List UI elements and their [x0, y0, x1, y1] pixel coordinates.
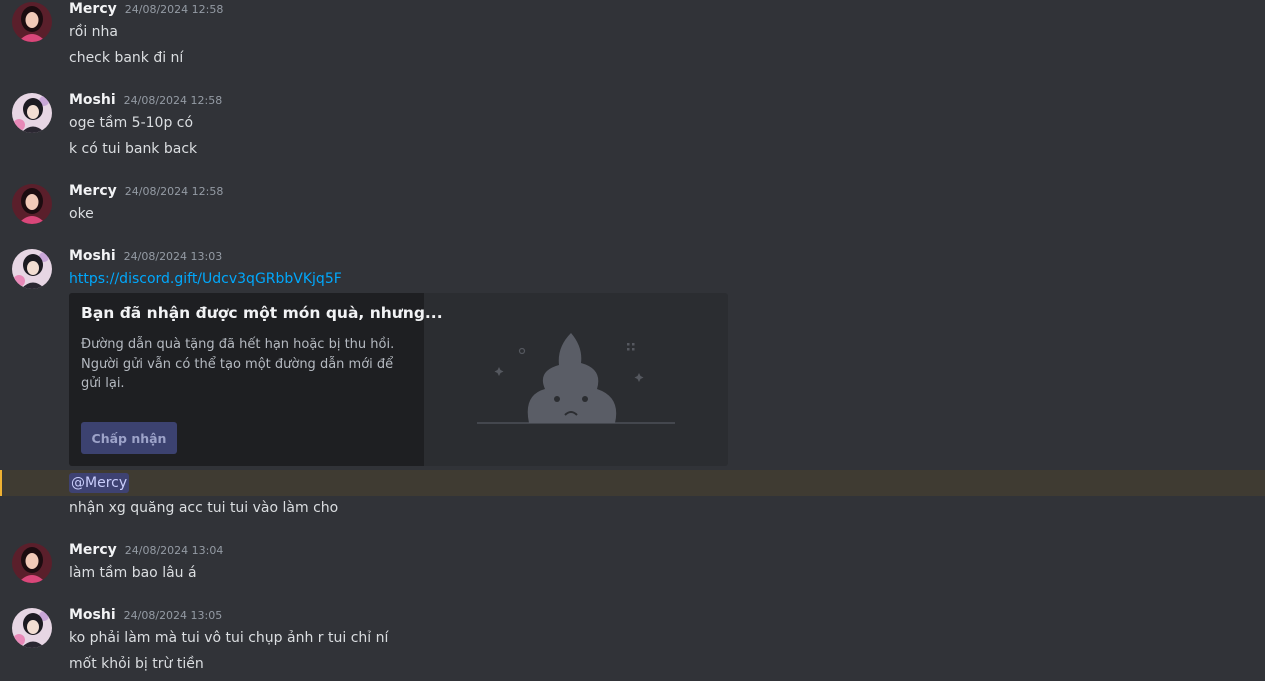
- timestamp: 24/08/2024 13:04: [124, 544, 224, 557]
- moshi-avatar[interactable]: [12, 249, 52, 289]
- username[interactable]: Mercy: [69, 1, 117, 17]
- embed-title: Bạn đã nhận được một món quà, nhưng...: [81, 304, 443, 322]
- timestamp: 24/08/2024 12:58: [123, 94, 223, 107]
- username[interactable]: Mercy: [69, 183, 117, 199]
- accept-button[interactable]: Chấp nhận: [81, 422, 177, 454]
- mention-indicator: [0, 470, 2, 496]
- mention-highlight-row: @Mercy: [0, 470, 1265, 496]
- mercy-avatar[interactable]: [12, 2, 52, 42]
- message-text: oke: [69, 206, 94, 222]
- gift-link[interactable]: https://discord.gift/Udcv3qGRbbVKjq5F: [69, 269, 342, 289]
- timestamp: 24/08/2024 12:58: [124, 185, 224, 198]
- username[interactable]: Moshi: [69, 248, 116, 264]
- timestamp: 24/08/2024 13:03: [123, 250, 223, 263]
- gift-embed: Bạn đã nhận được một món quà, nhưng... Đ…: [69, 293, 728, 466]
- timestamp: 24/08/2024 12:58: [124, 3, 224, 16]
- mercy-avatar[interactable]: [12, 543, 52, 583]
- gift-embed-card: Bạn đã nhận được một món quà, nhưng... Đ…: [69, 293, 443, 466]
- mercy-avatar[interactable]: [12, 184, 52, 224]
- message-text: làm tầm bao lâu á: [69, 565, 197, 581]
- embed-description: Đường dẫn quà tặng đã hết hạn hoặc bị th…: [81, 337, 395, 391]
- message-text: nhận xg quăng acc tui tui vào làm cho: [69, 500, 339, 516]
- message-text: check bank đi ní: [69, 50, 184, 66]
- username[interactable]: Moshi: [69, 92, 116, 108]
- user-mention[interactable]: @Mercy: [69, 473, 130, 493]
- poop-icon: [469, 323, 689, 437]
- message-text: ko phải làm mà tui vô tui chụp ảnh r tui…: [69, 630, 389, 646]
- moshi-avatar[interactable]: [12, 608, 52, 648]
- moshi-avatar[interactable]: [12, 93, 52, 133]
- chat-messages: Mercy 24/08/2024 12:58 rồi nha check ban…: [0, 0, 1265, 681]
- username[interactable]: Mercy: [69, 542, 117, 558]
- timestamp: 24/08/2024 13:05: [123, 609, 223, 622]
- username[interactable]: Moshi: [69, 607, 116, 623]
- message-text: mốt khỏi bị trừ tiền: [69, 656, 204, 672]
- message-text: oge tầm 5-10p có: [69, 115, 194, 131]
- message-text: rồi nha: [69, 24, 118, 40]
- message-text: k có tui bank back: [69, 141, 198, 157]
